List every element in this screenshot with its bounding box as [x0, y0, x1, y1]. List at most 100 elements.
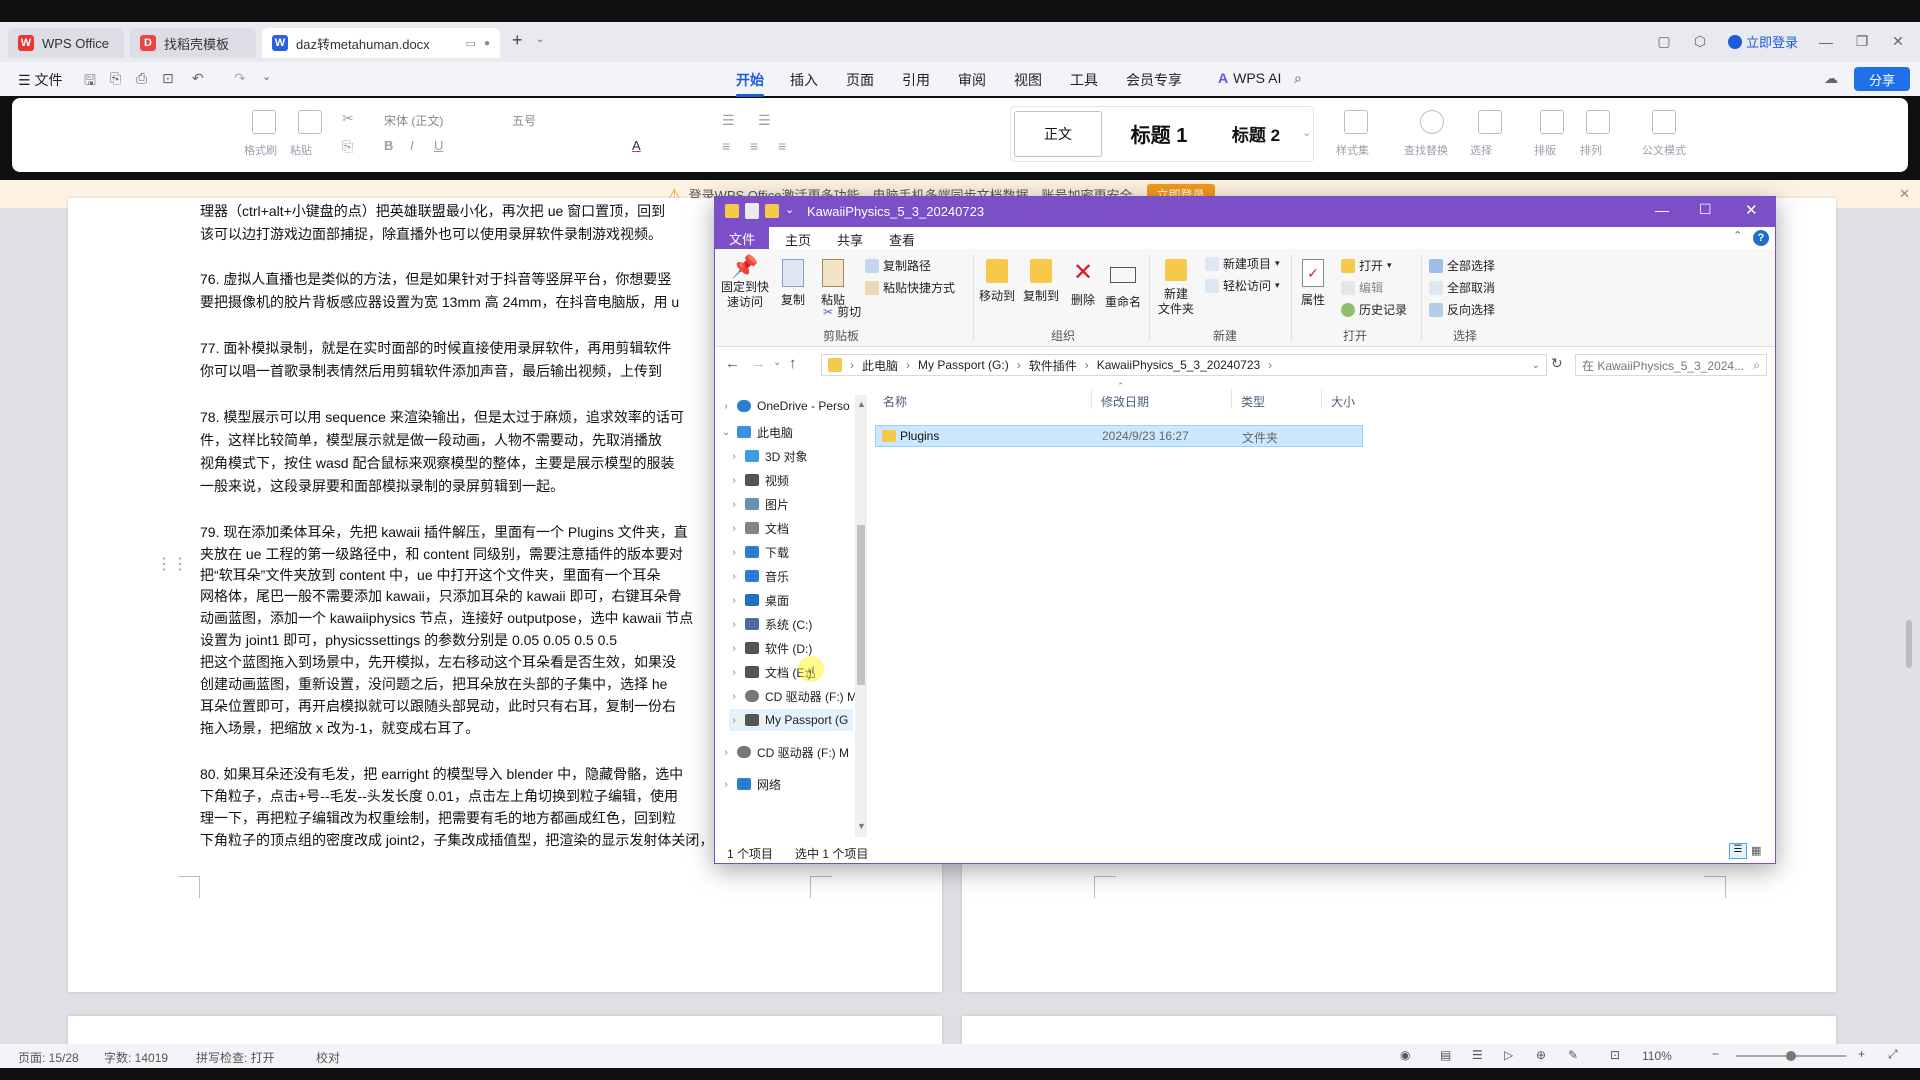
tab-wps-office[interactable]: W WPS Office [8, 28, 124, 58]
refresh-icon[interactable]: ↻ [1551, 355, 1563, 372]
collapse-ribbon-icon[interactable]: ⌃ [1733, 229, 1742, 242]
restore-icon[interactable]: ❐ [1854, 33, 1870, 50]
back-arrow-icon[interactable]: ← [725, 355, 740, 372]
details-view-icon[interactable]: ☰ [1729, 843, 1747, 859]
tab-list-chevron-icon[interactable]: ⌄ [536, 34, 544, 45]
more-chevron-icon[interactable]: ⌄ [262, 70, 271, 83]
share-link-icon[interactable]: ⎘ [110, 70, 121, 87]
nav-item-video[interactable]: › 视频 [729, 469, 789, 491]
align-right-icon[interactable]: ≡ [778, 138, 786, 154]
paste-shortcut-button[interactable]: 粘贴快捷方式 [865, 279, 955, 296]
nav-item-3d[interactable]: › 3D 对象 [729, 445, 807, 467]
column-date[interactable]: 修改日期 [1101, 393, 1149, 410]
underline-icon[interactable]: U [434, 138, 443, 153]
close-icon[interactable]: ✕ [1745, 201, 1758, 219]
new-folder-button[interactable]: 新建 文件夹 [1155, 259, 1197, 317]
minimize-icon[interactable]: — [1818, 34, 1834, 50]
scroll-down-icon[interactable]: ▼ [857, 821, 866, 831]
preview-icon[interactable]: ⊡ [162, 70, 174, 87]
style-scroll-icon[interactable]: ⌄ [1302, 126, 1311, 139]
ribbon-tab-home[interactable]: 主页 [785, 230, 811, 249]
up-arrow-icon[interactable]: ↑ [789, 355, 797, 372]
new-tab-button[interactable]: + [512, 30, 523, 51]
breadcrumb-item[interactable]: My Passport (G:) [918, 358, 1009, 372]
nav-scroll-thumb[interactable] [857, 525, 865, 685]
arrange-icon[interactable] [1586, 110, 1610, 134]
nav-item-network[interactable]: › 网络 [721, 773, 781, 795]
menu-page[interactable]: 页面 [846, 70, 874, 90]
drag-handle-icon[interactable]: ⋮⋮ [156, 554, 188, 574]
paste-button[interactable]: 粘贴 [815, 259, 851, 308]
menu-reference[interactable]: 引用 [902, 70, 930, 90]
proofread-button[interactable]: 校对 [316, 1049, 340, 1066]
nav-scrollbar[interactable]: ▲ ▼ [855, 395, 867, 837]
column-size[interactable]: 大小 [1331, 393, 1355, 410]
undo-icon[interactable]: ↶ [192, 70, 204, 87]
notice-close-icon[interactable]: ✕ [1899, 186, 1910, 202]
menu-start[interactable]: 开始 [736, 70, 764, 97]
breadcrumb-item[interactable]: KawaiiPhysics_5_3_20240723 [1097, 358, 1260, 372]
maximize-icon[interactable]: ☐ [1699, 201, 1712, 218]
search-icon[interactable]: ⌕ [1294, 70, 1302, 87]
menu-insert[interactable]: 插入 [790, 70, 818, 90]
copy-icon[interactable]: ⎘ [342, 138, 353, 155]
nav-item-my-passport[interactable]: › My Passport (G [729, 709, 853, 731]
style-heading2[interactable]: 标题 2 [1212, 111, 1300, 155]
ribbon-tab-share[interactable]: 共享 [837, 230, 863, 249]
copy-button[interactable]: 复制 [775, 259, 811, 308]
spellcheck-toggle[interactable]: 拼写检查: 打开 [196, 1049, 275, 1066]
official-doc-icon[interactable] [1652, 110, 1676, 134]
select-none-button[interactable]: 全部取消 [1429, 279, 1495, 296]
italic-icon[interactable]: I [410, 138, 414, 153]
window-layout-icon[interactable]: ▢ [1656, 33, 1672, 50]
history-button[interactable]: 历史记录 [1341, 301, 1407, 318]
tab-window-icon[interactable]: ▭ [466, 37, 476, 50]
ribbon-tab-view[interactable]: 查看 [889, 230, 915, 249]
nav-item-desktop[interactable]: › 桌面 [729, 589, 789, 611]
menu-vip[interactable]: 会员专享 [1126, 70, 1182, 90]
breadcrumb-item[interactable]: 此电脑 [862, 357, 898, 374]
breadcrumb-item[interactable]: 软件插件 [1029, 357, 1077, 374]
address-bar[interactable]: › 此电脑 › My Passport (G:) › 软件插件 › Kawaii… [821, 354, 1547, 376]
fit-page-icon[interactable]: ⊡ [1610, 1048, 1620, 1062]
scroll-up-icon[interactable]: ▲ [857, 399, 866, 409]
help-icon[interactable]: ? [1753, 230, 1769, 246]
nav-item-drive-d[interactable]: › 软件 (D:) [729, 637, 812, 659]
ribbon-tab-file[interactable]: 文件 [715, 227, 769, 249]
share-button[interactable]: 分享 [1854, 67, 1910, 91]
edit-button[interactable]: 编辑 [1341, 279, 1383, 296]
login-button[interactable]: 立即登录 [1727, 32, 1798, 51]
web-view-icon[interactable]: ⊕ [1536, 1048, 1546, 1062]
file-row-plugins[interactable]: Plugins 2024/9/23 16:27 文件夹 [875, 425, 1363, 447]
save-icon[interactable]: 🖫 [84, 70, 96, 94]
new-item-button[interactable]: 新建项目 ▾ [1205, 255, 1280, 272]
file-menu[interactable]: ☰ 文件 [18, 70, 62, 90]
invert-selection-button[interactable]: 反向选择 [1429, 301, 1495, 318]
font-color-icon[interactable]: A [632, 138, 641, 153]
menu-review[interactable]: 审阅 [958, 70, 986, 90]
tab-document[interactable]: W daz转metahuman.docx ▭ ● [262, 28, 500, 58]
nav-item-downloads[interactable]: › 下载 [729, 541, 789, 563]
search-input[interactable]: 在 KawaiiPhysics_5_3_2024... ⌕ [1575, 354, 1767, 376]
move-to-button[interactable]: 移动到 [977, 259, 1017, 304]
recent-chevron-icon[interactable]: ⌄ [773, 357, 781, 368]
rename-button[interactable]: 重命名 [1103, 259, 1143, 310]
cloud-sync-icon[interactable]: ☁ [1824, 70, 1838, 87]
bold-icon[interactable]: B [384, 138, 393, 153]
fullscreen-icon[interactable]: ⤢ [1888, 1047, 1898, 1062]
page-indicator[interactable]: 页面: 15/28 [18, 1049, 79, 1066]
column-type[interactable]: 类型 [1241, 393, 1265, 410]
nav-item-cd-drive[interactable]: › CD 驱动器 (F:) M [729, 685, 857, 707]
zoom-out-icon[interactable]: − [1712, 1047, 1719, 1061]
easy-access-button[interactable]: 轻松访问 ▾ [1205, 277, 1280, 294]
bullet-list-icon[interactable]: ☰ [722, 112, 735, 129]
nav-item-drive-c[interactable]: › 系统 (C:) [729, 613, 812, 635]
close-icon[interactable]: ✕ [1890, 33, 1906, 50]
properties-quick-icon[interactable] [745, 203, 759, 219]
nav-item-pictures[interactable]: › 图片 [729, 493, 789, 515]
nav-item-this-pc[interactable]: ⌄ 此电脑 [721, 421, 793, 443]
align-center-icon[interactable]: ≡ [750, 138, 758, 154]
column-name[interactable]: 名称 [883, 393, 907, 410]
format-painter-icon[interactable] [252, 110, 276, 134]
find-icon[interactable] [1420, 110, 1444, 134]
